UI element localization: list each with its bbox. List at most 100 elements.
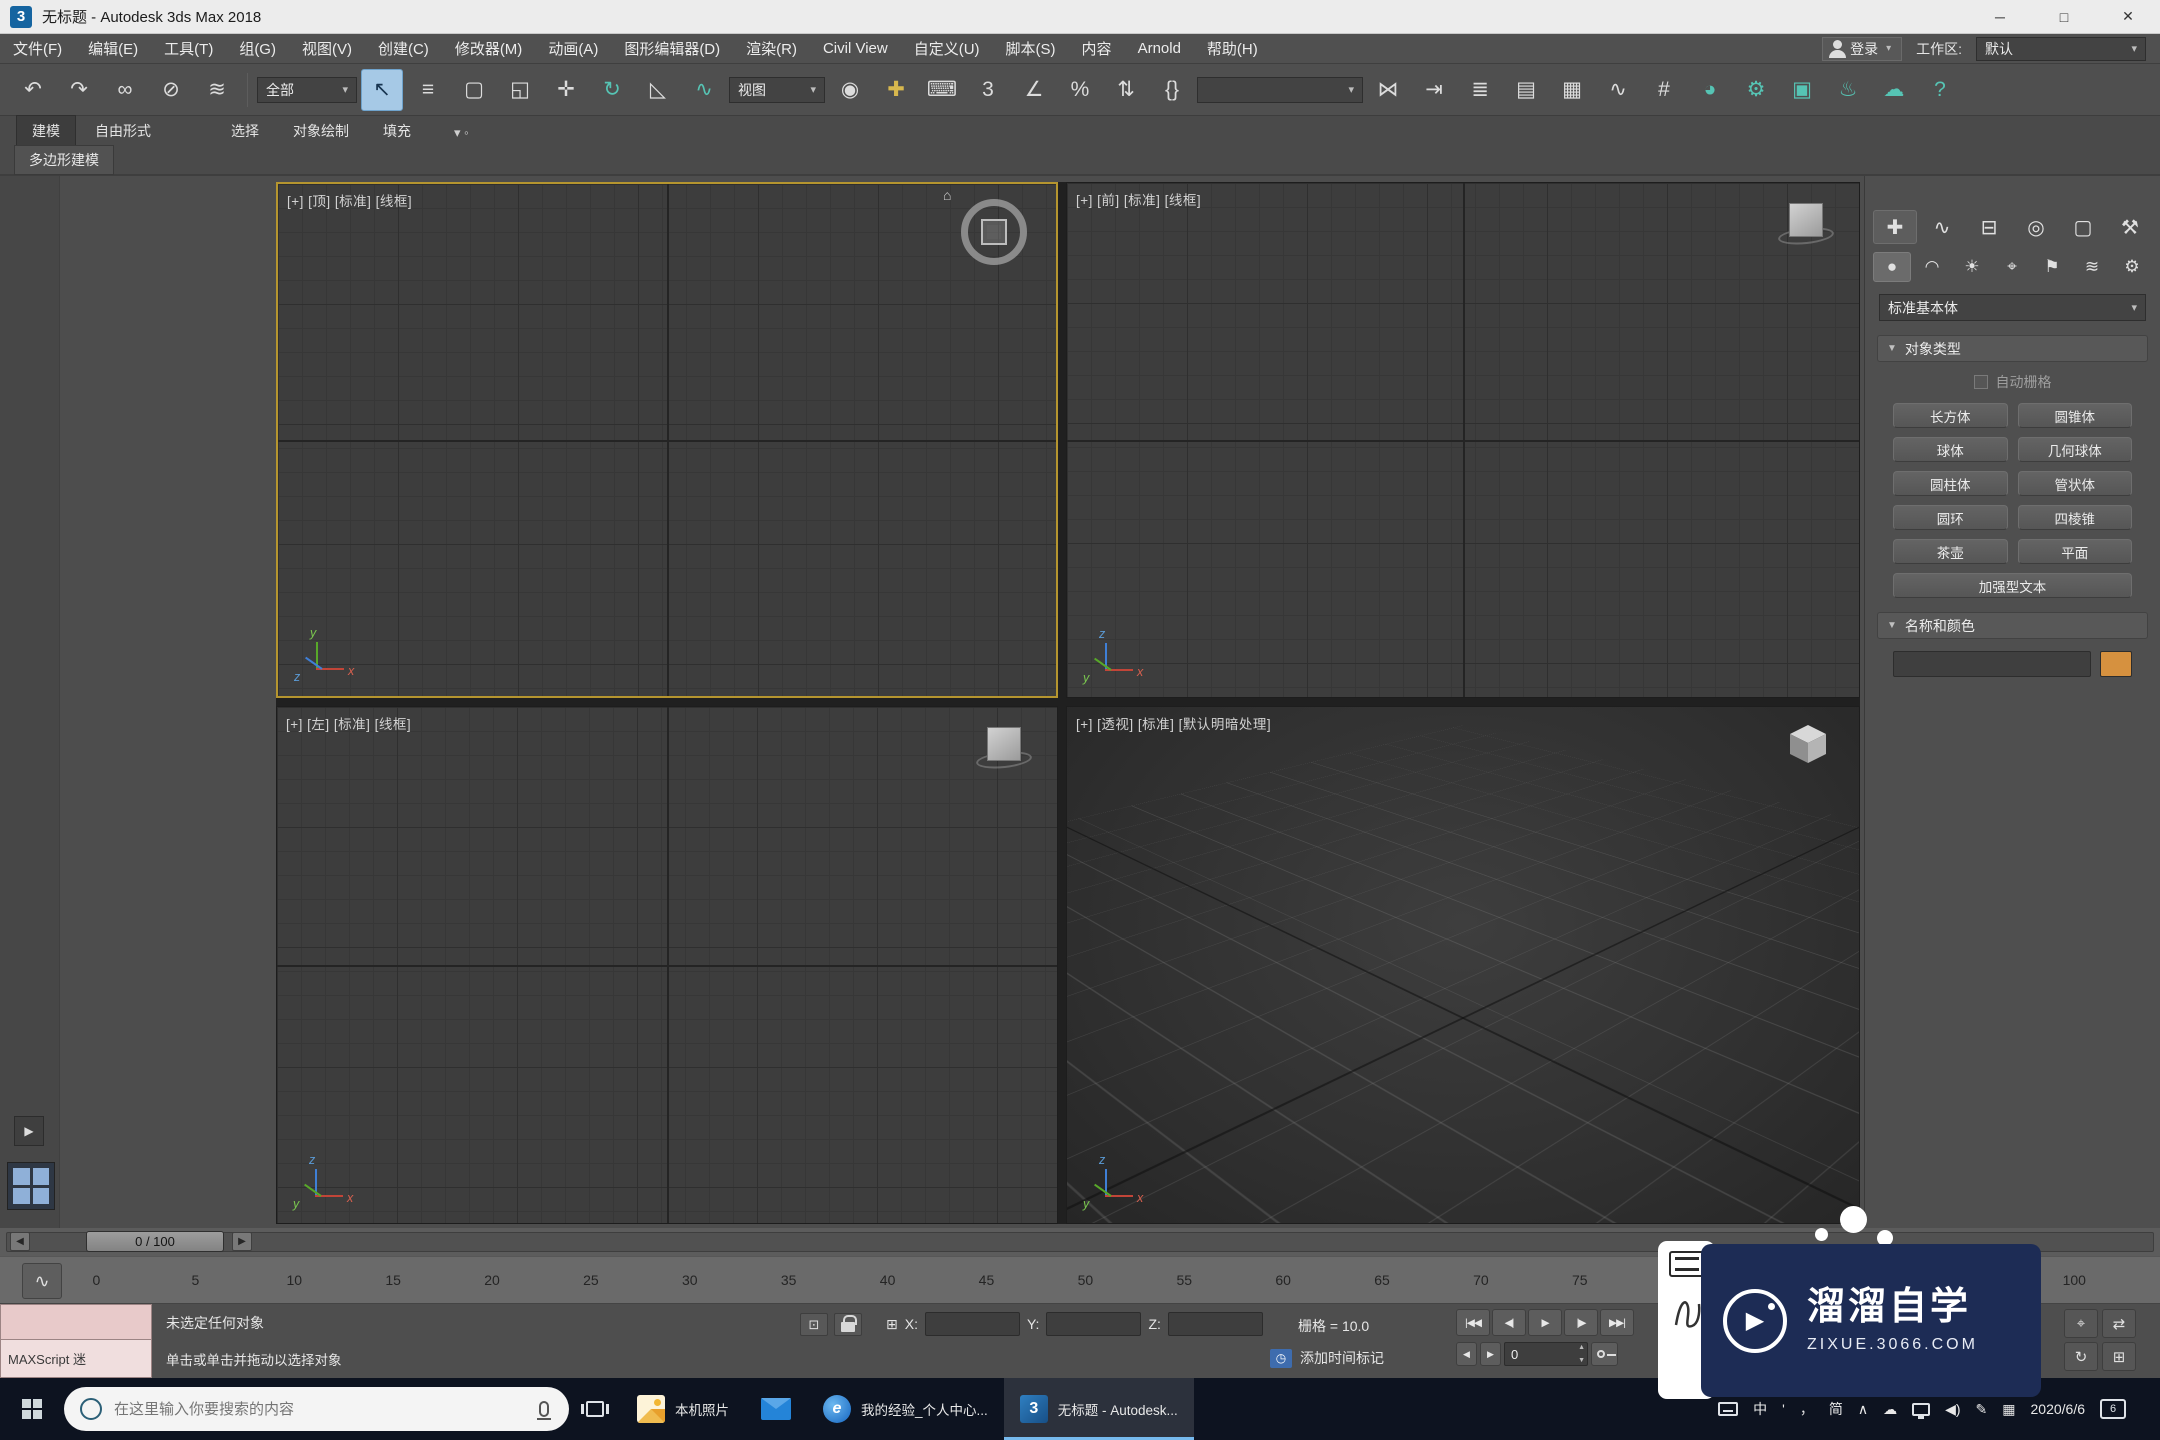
name-color-rollout-header[interactable]: ▼ 名称和颜色: [1877, 612, 2148, 639]
menu-item[interactable]: 工具(T): [151, 34, 226, 63]
systems-category[interactable]: ⚙: [2113, 252, 2151, 282]
render-setup-button[interactable]: ⚙: [1735, 69, 1777, 111]
material-editor-button[interactable]: ◕: [1689, 69, 1731, 111]
ribbon-tab-freeform[interactable]: 自由形式: [80, 116, 166, 146]
ribbon-tab-modeling[interactable]: 建模: [16, 115, 76, 146]
select-and-place-button[interactable]: ∿: [683, 69, 725, 111]
menu-item[interactable]: 自定义(U): [901, 34, 993, 63]
taskbar-app-photos[interactable]: 本机照片: [621, 1378, 745, 1440]
viewport-front[interactable]: [+] [前] [标准] [线框] z x y: [1066, 182, 1860, 698]
use-pivot-point-button[interactable]: ◉: [829, 69, 871, 111]
menu-item[interactable]: 文件(F): [0, 34, 75, 63]
rectangular-selection-region-button[interactable]: ▢: [453, 69, 495, 111]
go-to-end-button[interactable]: ▶▶|: [1600, 1309, 1634, 1336]
primitive-button[interactable]: 圆柱体: [1893, 471, 2008, 496]
viewcube-home-icon[interactable]: ⌂: [943, 187, 951, 203]
select-and-move-button[interactable]: ✛: [545, 69, 587, 111]
primitive-button[interactable]: 长方体: [1893, 403, 2008, 428]
isolate-selection-toggle[interactable]: ⊡: [800, 1313, 828, 1336]
next-key-button[interactable]: ▶: [1480, 1342, 1501, 1366]
primitive-button[interactable]: 管状体: [2018, 471, 2133, 496]
viewport-perspective[interactable]: [+] [透视] [标准] [默认明暗处理] z x y: [1066, 706, 1860, 1224]
menu-item[interactable]: Civil View: [810, 34, 901, 63]
shapes-category[interactable]: ◠: [1913, 252, 1951, 282]
touch-keyboard-icon[interactable]: [1718, 1402, 1738, 1416]
geometry-category[interactable]: ●: [1873, 252, 1911, 282]
window-crossing-toggle[interactable]: ◱: [499, 69, 541, 111]
search-input[interactable]: [114, 1401, 527, 1418]
viewcube[interactable]: [1785, 721, 1831, 772]
render-in-cloud-button[interactable]: ☁: [1873, 69, 1915, 111]
ime-simplified-toggle[interactable]: 简: [1829, 1399, 1843, 1419]
maxscript-mini-listener[interactable]: MAXScript 迷: [0, 1304, 152, 1378]
menu-item[interactable]: 内容: [1069, 34, 1125, 63]
primitive-button[interactable]: 平面: [2018, 539, 2133, 564]
selection-filter-dropdown[interactable]: 全部 ▾: [257, 77, 357, 103]
primitive-button[interactable]: 四棱锥: [2018, 505, 2133, 530]
curve-editor-button[interactable]: ∿: [1597, 69, 1639, 111]
rendered-frame-window-button[interactable]: ▣: [1781, 69, 1823, 111]
object-type-rollout-header[interactable]: ▼ 对象类型: [1877, 335, 2148, 362]
pen-icon[interactable]: ✎: [1976, 1401, 1988, 1418]
close-button[interactable]: ✕: [2096, 0, 2160, 33]
next-frame-button[interactable]: |▶: [1564, 1309, 1598, 1336]
ribbon-tab-object-paint[interactable]: 对象绘制: [278, 116, 364, 146]
display-tab[interactable]: ▢: [2061, 210, 2105, 244]
menu-item[interactable]: 帮助(H): [1194, 34, 1271, 63]
workspace-dropdown[interactable]: 默认 ▾: [1976, 37, 2146, 61]
taskbar-search[interactable]: [64, 1387, 569, 1431]
select-and-scale-button[interactable]: ◺: [637, 69, 679, 111]
edit-named-selection-sets-button[interactable]: {}: [1151, 69, 1193, 111]
bind-to-space-warp-button[interactable]: ≋: [196, 69, 238, 111]
toggle-ribbon-button[interactable]: ▦: [1551, 69, 1593, 111]
select-object-button[interactable]: ↖: [361, 69, 403, 111]
keyboard-shortcut-override-toggle[interactable]: ⌨: [921, 69, 963, 111]
hidden-icons-chevron[interactable]: ∧: [1858, 1401, 1868, 1418]
viewport-label[interactable]: [+] [前] [标准] [线框]: [1076, 189, 1201, 209]
named-selection-dropdown[interactable]: ▾: [1197, 77, 1363, 103]
lights-category[interactable]: ☀: [1953, 252, 1991, 282]
menu-item[interactable]: 组(G): [226, 34, 289, 63]
taskbar-app-mail[interactable]: [745, 1378, 807, 1440]
undo-button[interactable]: ↶: [12, 69, 54, 111]
spinner-snap-toggle[interactable]: ⇅: [1105, 69, 1147, 111]
add-time-tag[interactable]: ◷ 添加时间标记: [1270, 1348, 1384, 1368]
taskbar-date[interactable]: 2020/6/6: [2031, 1401, 2086, 1417]
previous-frame-nub[interactable]: ◀: [10, 1232, 30, 1251]
align-button[interactable]: ⇥: [1413, 69, 1455, 111]
y-coordinate-field[interactable]: [1046, 1312, 1141, 1336]
ime-apostrophe-mark[interactable]: ': [1782, 1401, 1785, 1417]
menu-item[interactable]: 编辑(E): [75, 34, 151, 63]
viewport-layout-expand-button[interactable]: ▶: [14, 1116, 44, 1146]
menu-item[interactable]: 动画(A): [535, 34, 611, 63]
x-coordinate-field[interactable]: [925, 1312, 1020, 1336]
next-frame-nub[interactable]: ▶: [232, 1232, 252, 1251]
notification-center-button[interactable]: 6: [2100, 1399, 2126, 1419]
polygon-modeling-tab[interactable]: 多边形建模: [14, 145, 114, 175]
primitive-button[interactable]: 圆环: [1893, 505, 2008, 530]
viewcube[interactable]: [1785, 199, 1827, 241]
primitive-button[interactable]: 加强型文本: [1893, 573, 2132, 598]
ime-language-toggle[interactable]: 中: [1753, 1399, 1767, 1419]
select-and-rotate-button[interactable]: ↻: [591, 69, 633, 111]
spinner-arrows[interactable]: ▲▼: [1578, 1344, 1585, 1364]
primitive-button[interactable]: 茶壶: [1893, 539, 2008, 564]
viewport-top[interactable]: [+] [顶] [标准] [线框] ⌂ y x z: [276, 182, 1058, 698]
start-button[interactable]: [0, 1378, 64, 1440]
ribbon-tab-populate[interactable]: 填充: [368, 116, 426, 146]
listener-lane[interactable]: MAXScript 迷: [0, 1340, 152, 1378]
current-frame-field[interactable]: 0 ▲▼: [1504, 1342, 1588, 1366]
primitive-type-dropdown[interactable]: 标准基本体 ▾: [1879, 294, 2146, 321]
percent-snap-toggle[interactable]: %: [1059, 69, 1101, 111]
taskbar-app-browser[interactable]: e 我的经验_个人中心...: [807, 1378, 1004, 1440]
absolute-mode-icon[interactable]: ⊞: [886, 1316, 898, 1333]
space-warps-category[interactable]: ≋: [2073, 252, 2111, 282]
selection-lock-toggle[interactable]: [834, 1313, 862, 1336]
render-help-button[interactable]: ?: [1919, 69, 1961, 111]
motion-tab[interactable]: ◎: [2014, 210, 2058, 244]
macro-recorder-lane[interactable]: [0, 1304, 152, 1340]
angle-snap-toggle[interactable]: ∠: [1013, 69, 1055, 111]
login-dropdown[interactable]: 登录 ▾: [1822, 37, 1902, 61]
cloud-icon[interactable]: ☁: [1883, 1401, 1897, 1418]
key-mode-toggle[interactable]: [1591, 1342, 1618, 1366]
